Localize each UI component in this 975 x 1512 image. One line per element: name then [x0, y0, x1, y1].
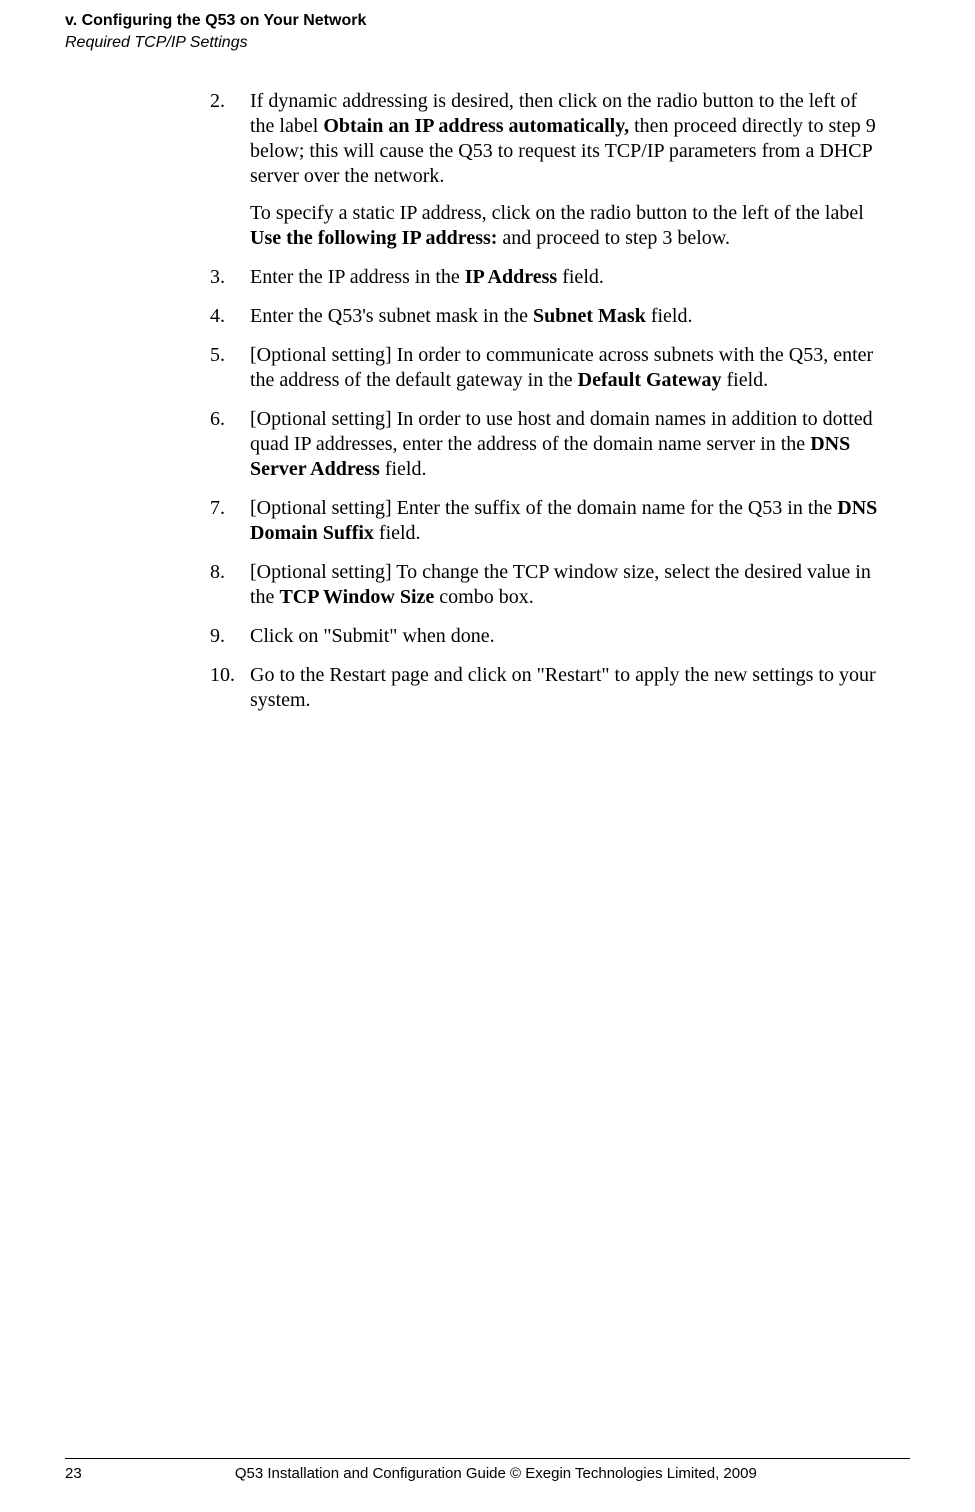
step-item: 4. Enter the Q53's subnet mask in the Sub…: [210, 304, 885, 329]
step-paragraph: Go to the Restart page and click on "Res…: [250, 663, 885, 713]
step-number: 3.: [210, 265, 240, 290]
text-run: combo box.: [434, 586, 533, 608]
step-item: 7. [Optional setting] Enter the suffix of…: [210, 496, 885, 546]
step-number: 7.: [210, 496, 240, 521]
text-run: Go to the Restart page and click on "Res…: [250, 664, 876, 711]
step-number: 5.: [210, 343, 240, 368]
step-number: 8.: [210, 560, 240, 585]
bold-text: Subnet Mask: [533, 305, 646, 327]
step-item: 2. If dynamic addressing is desired, then…: [210, 89, 885, 251]
text-run: field.: [557, 266, 604, 288]
step-item: 5. [Optional setting] In order to communi…: [210, 343, 885, 393]
step-item: 6. [Optional setting] In order to use hos…: [210, 407, 885, 482]
step-paragraph: Enter the Q53's subnet mask in the Subne…: [250, 304, 885, 329]
step-paragraph: [Optional setting] Enter the suffix of t…: [250, 496, 885, 546]
text-run: [Optional setting] Enter the suffix of t…: [250, 497, 837, 519]
page-header: v. Configuring the Q53 on Your Network R…: [65, 0, 910, 53]
bold-text: Obtain an IP address automatically,: [323, 115, 629, 137]
step-item: 3. Enter the IP address in the IP Address…: [210, 265, 885, 290]
text-run: Enter the Q53's subnet mask in the: [250, 305, 533, 327]
page-footer: 23 Q53 Installation and Configuration Gu…: [65, 1458, 910, 1482]
step-paragraph: Click on "Submit" when done.: [250, 624, 885, 649]
step-paragraph: [Optional setting] In order to use host …: [250, 407, 885, 482]
text-run: field.: [722, 369, 769, 391]
bold-text: Use the following IP address:: [250, 227, 497, 249]
step-paragraph: [Optional setting] In order to communica…: [250, 343, 885, 393]
step-number: 2.: [210, 89, 240, 114]
text-run: field.: [646, 305, 693, 327]
content: 2. If dynamic addressing is desired, then…: [210, 89, 885, 713]
bold-text: TCP Window Size: [279, 586, 434, 608]
text-run: field.: [374, 522, 421, 544]
page: v. Configuring the Q53 on Your Network R…: [0, 0, 975, 1512]
footer-page-number: 23: [65, 1465, 82, 1482]
step-item: 8. [Optional setting] To change the TCP w…: [210, 560, 885, 610]
text-run: To specify a static IP address, click on…: [250, 202, 864, 224]
footer-text: Q53 Installation and Configuration Guide…: [82, 1465, 910, 1482]
step-paragraph: To specify a static IP address, click on…: [250, 201, 885, 251]
text-run: Click on "Submit" when done.: [250, 625, 495, 647]
header-section: Required TCP/IP Settings: [65, 32, 910, 54]
step-number: 4.: [210, 304, 240, 329]
step-number: 10.: [210, 663, 240, 688]
text-run: Enter the IP address in the: [250, 266, 465, 288]
text-run: and proceed to step 3 below.: [497, 227, 730, 249]
step-paragraph: Enter the IP address in the IP Address f…: [250, 265, 885, 290]
step-item: 10. Go to the Restart page and click on "…: [210, 663, 885, 713]
steps-list: 2. If dynamic addressing is desired, then…: [210, 89, 885, 713]
text-run: field.: [380, 458, 427, 480]
bold-text: IP Address: [465, 266, 557, 288]
step-item: 9. Click on "Submit" when done.: [210, 624, 885, 649]
step-number: 9.: [210, 624, 240, 649]
step-paragraph: If dynamic addressing is desired, then c…: [250, 89, 885, 189]
bold-text: Default Gateway: [578, 369, 722, 391]
text-run: [Optional setting] In order to use host …: [250, 408, 873, 455]
step-paragraph: [Optional setting] To change the TCP win…: [250, 560, 885, 610]
step-number: 6.: [210, 407, 240, 432]
header-chapter: v. Configuring the Q53 on Your Network: [65, 10, 910, 32]
text-run: [Optional setting] In order to communica…: [250, 344, 873, 391]
